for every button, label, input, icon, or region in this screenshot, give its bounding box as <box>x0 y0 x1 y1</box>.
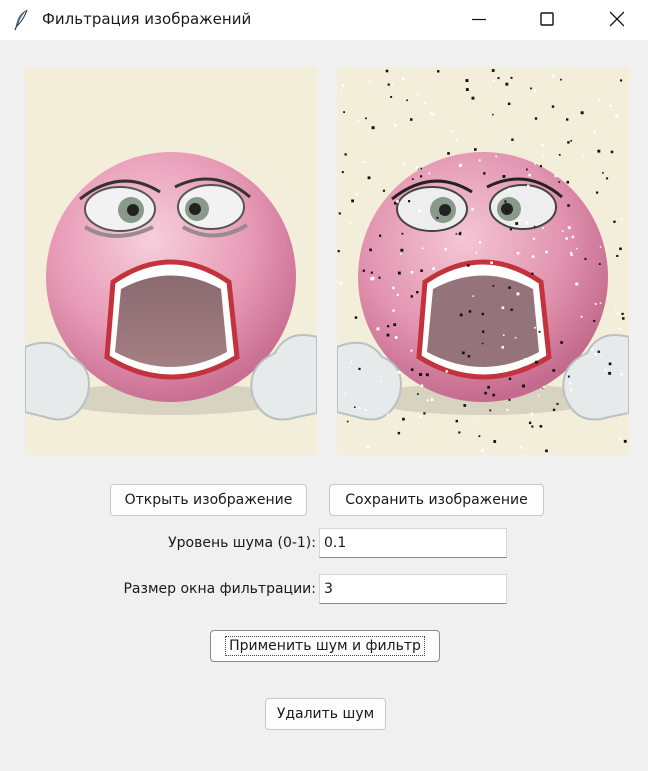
filter-window-label: Размер окна фильтрации: <box>123 581 316 597</box>
noise-level-input[interactable]: 0.1 <box>319 528 507 558</box>
window-title: Фильтрация изображений <box>42 10 252 28</box>
title-bar: Фильтрация изображений <box>0 0 648 40</box>
apply-noise-filter-label: Применить шум и фильтр <box>225 636 425 656</box>
save-image-button[interactable]: Сохранить изображение <box>329 484 544 516</box>
open-image-button[interactable]: Открыть изображение <box>110 484 307 516</box>
close-button[interactable] <box>594 0 640 40</box>
feather-icon <box>14 9 28 31</box>
remove-noise-label: Удалить шум <box>276 706 375 722</box>
maximize-button[interactable] <box>524 0 570 40</box>
open-image-label: Открыть изображение <box>124 492 293 508</box>
original-image <box>25 67 317 455</box>
minimize-button[interactable] <box>456 0 502 40</box>
noise-level-label: Уровень шума (0-1): <box>168 535 316 551</box>
apply-noise-filter-button[interactable]: Применить шум и фильтр <box>210 630 440 662</box>
save-image-label: Сохранить изображение <box>345 492 528 508</box>
noisy-image <box>337 67 629 455</box>
remove-noise-button[interactable]: Удалить шум <box>265 698 386 730</box>
close-icon <box>610 11 624 27</box>
filter-window-input[interactable]: 3 <box>319 574 507 604</box>
maximize-icon <box>540 12 554 26</box>
minimize-icon <box>472 18 486 21</box>
